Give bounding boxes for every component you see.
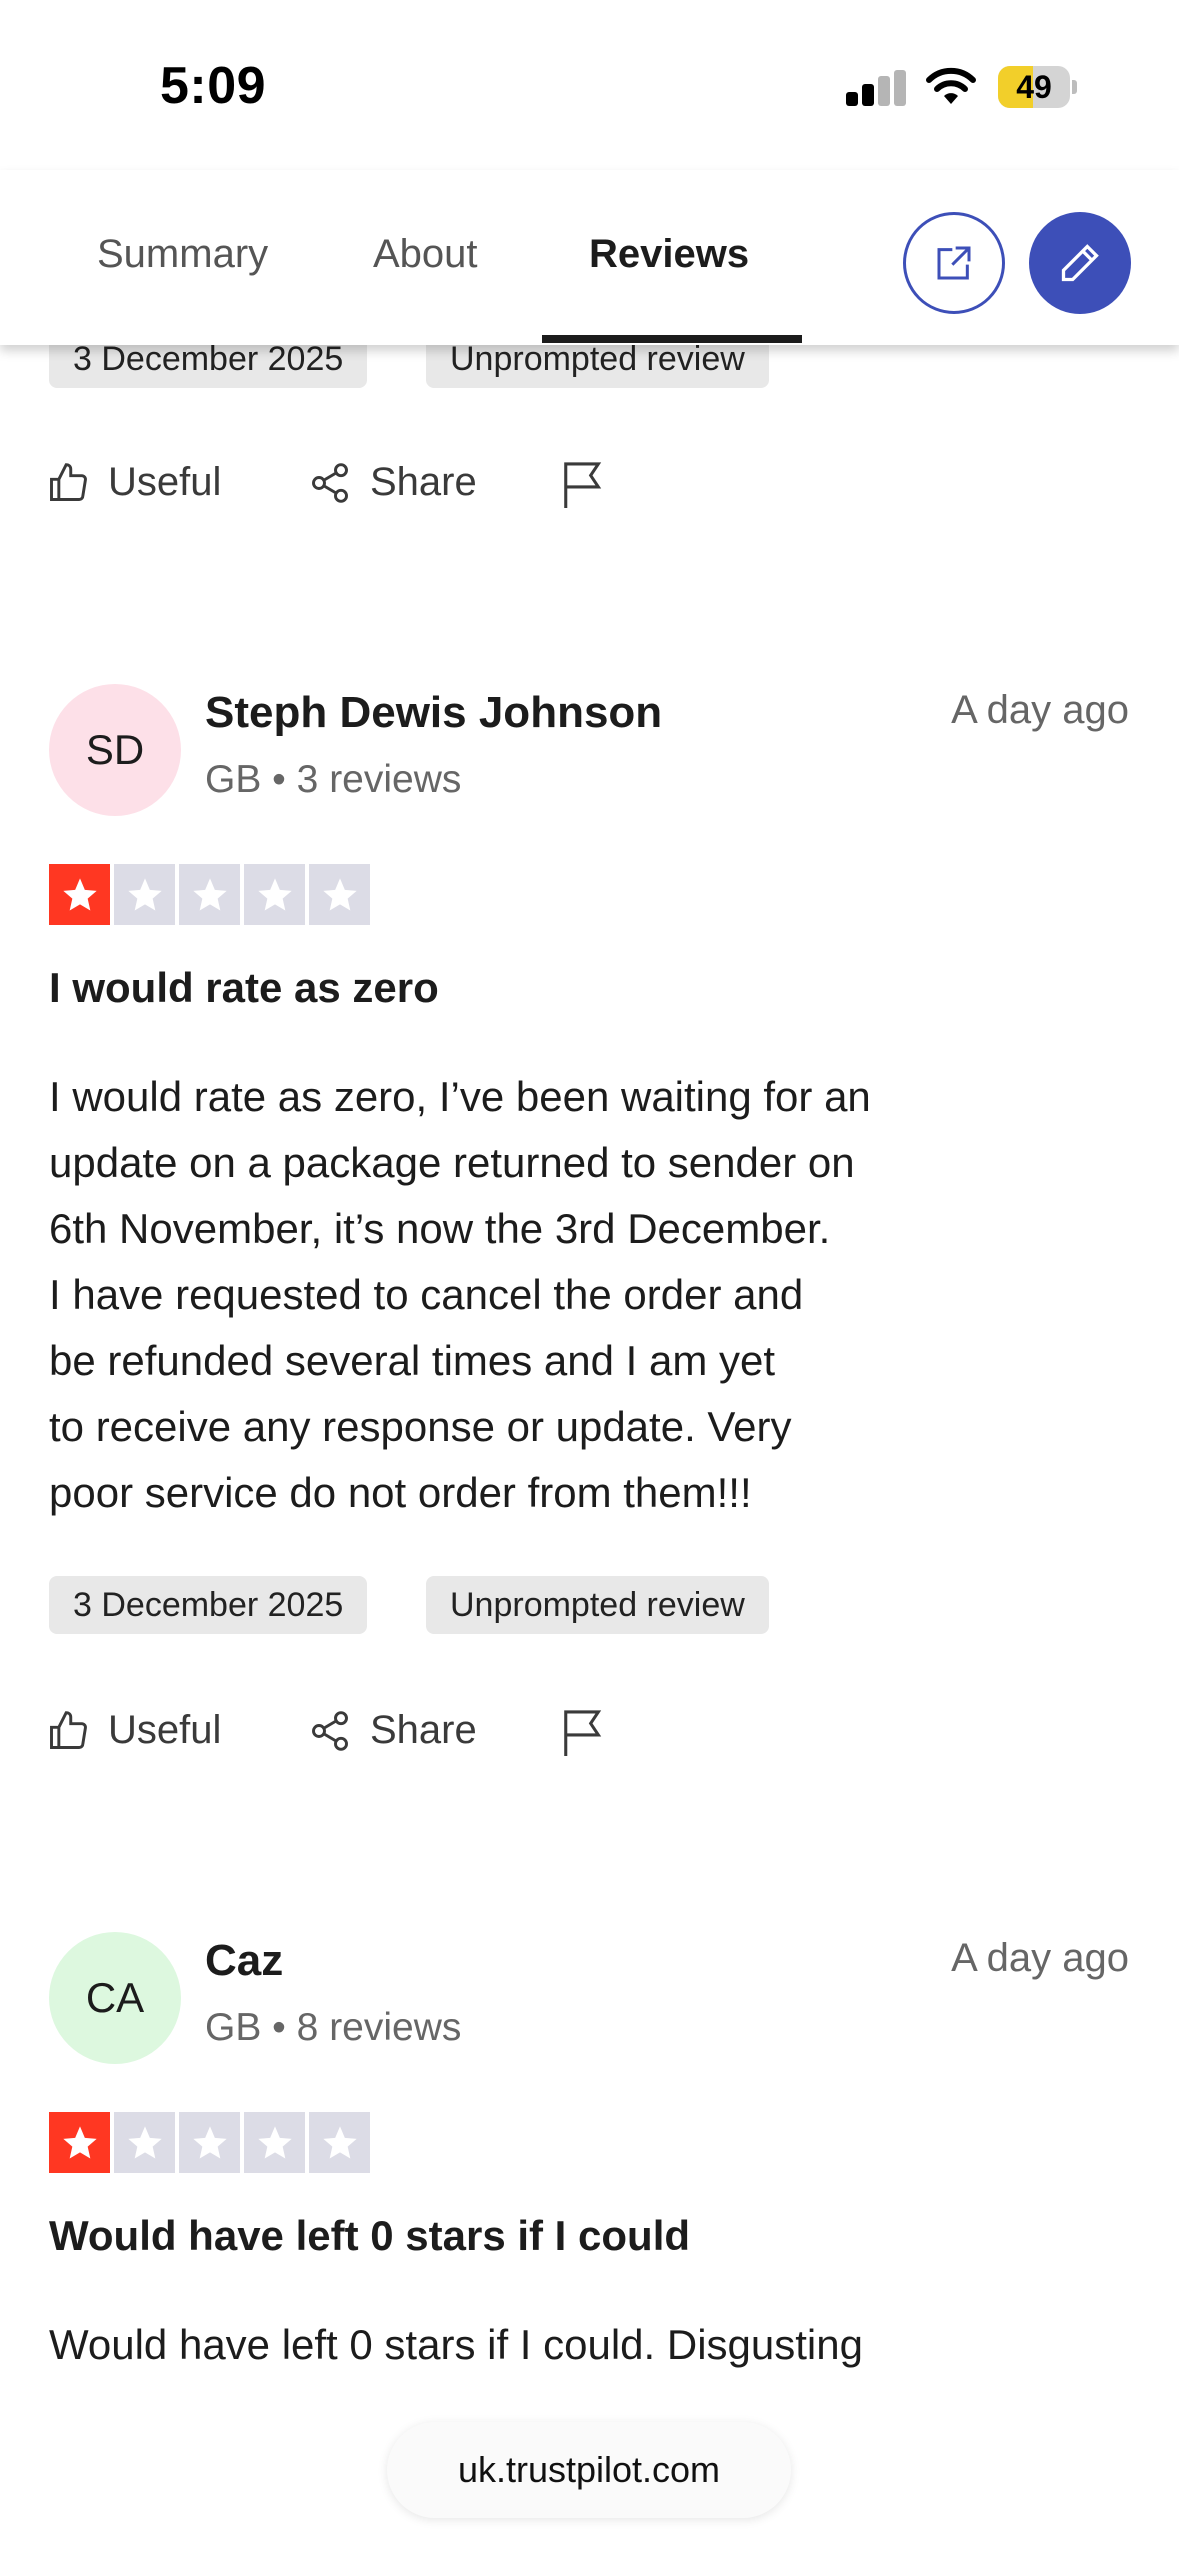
- review-body-line: 6th November, it’s now the 3rd December.: [49, 1205, 831, 1252]
- review-body-line: update on a package returned to sender o…: [49, 1139, 855, 1186]
- useful-button[interactable]: Useful: [46, 1708, 221, 1753]
- flag-icon: [564, 1710, 602, 1756]
- share-label: Share: [370, 460, 477, 504]
- reviewer-name[interactable]: Caz: [205, 1936, 283, 1986]
- review-time-ago: A day ago: [951, 1936, 1129, 1980]
- avatar[interactable]: CA: [49, 1932, 181, 2064]
- review-body-line: be refunded several times and I am yet: [49, 1337, 776, 1384]
- tab-header: Summary About Reviews: [0, 170, 1179, 345]
- review-body-line: poor service do not order from them!!!: [49, 1469, 752, 1516]
- review-body: I would rate as zero, I’ve been waiting …: [49, 1064, 1079, 1526]
- review-date-chip: 3 December 2025: [49, 1576, 368, 1634]
- open-website-button[interactable]: [903, 212, 1005, 314]
- wifi-icon: [924, 66, 978, 111]
- star-rating: [49, 2112, 374, 2173]
- url-text: uk.trustpilot.com: [457, 2449, 721, 2490]
- share-button[interactable]: Share: [308, 1708, 477, 1753]
- tab-summary[interactable]: Summary: [97, 232, 268, 277]
- reviewer-name[interactable]: Steph Dewis Johnson: [205, 688, 662, 738]
- reviewer-meta: GB • 3 reviews: [205, 758, 462, 801]
- star-empty-icon: [309, 864, 370, 925]
- share-icon: [312, 1710, 348, 1751]
- review-body: Would have left 0 stars if I could. Disg…: [49, 2312, 1079, 2378]
- star-empty-icon: [309, 2112, 370, 2173]
- tab-about[interactable]: About: [373, 232, 478, 277]
- tab-reviews[interactable]: Reviews: [589, 232, 749, 277]
- star-empty-icon: [244, 864, 305, 925]
- review-body-line: I would rate as zero, I’ve been waiting …: [49, 1073, 871, 1120]
- report-button[interactable]: [560, 1708, 624, 1758]
- report-button[interactable]: [560, 460, 624, 510]
- url-bar[interactable]: uk.trustpilot.com: [387, 2422, 791, 2518]
- review-type-chip: Unprompted review: [426, 1576, 769, 1634]
- reviewer-meta: GB • 8 reviews: [205, 2006, 462, 2049]
- write-review-button[interactable]: [1029, 212, 1131, 314]
- avatar[interactable]: SD: [49, 684, 181, 816]
- flag-icon: [564, 462, 602, 508]
- external-link-icon: [937, 246, 971, 280]
- pencil-icon: [1061, 244, 1099, 282]
- review-time-ago: A day ago: [951, 688, 1129, 732]
- useful-label: Useful: [108, 1708, 222, 1752]
- review-body-line: to receive any response or update. Very: [49, 1403, 792, 1450]
- useful-label: Useful: [108, 460, 222, 504]
- star-empty-icon: [114, 2112, 175, 2173]
- review-body-line: Would have left 0 stars if I could. Disg…: [49, 2321, 863, 2368]
- star-empty-icon: [179, 864, 240, 925]
- status-bar: 5:09 49: [0, 0, 1179, 170]
- thumbs-up-icon: [50, 1710, 87, 1749]
- share-button[interactable]: Share: [308, 460, 477, 505]
- thumbs-up-icon: [50, 462, 87, 501]
- star-empty-icon: [114, 864, 175, 925]
- review-title[interactable]: I would rate as zero: [49, 964, 439, 1012]
- review-title[interactable]: Would have left 0 stars if I could: [49, 2212, 690, 2260]
- review-body-line: I have requested to cancel the order and: [49, 1271, 804, 1318]
- cellular-signal-icon: [846, 70, 906, 106]
- status-time: 5:09: [160, 57, 267, 115]
- active-tab-indicator: [542, 335, 802, 343]
- useful-button[interactable]: Useful: [46, 460, 221, 505]
- share-label: Share: [370, 1708, 477, 1752]
- star-rating: [49, 864, 374, 925]
- star-empty-icon: [179, 2112, 240, 2173]
- share-icon: [312, 462, 348, 503]
- battery-level: 49: [1016, 69, 1052, 105]
- battery-icon: 49: [998, 66, 1078, 108]
- star-empty-icon: [244, 2112, 305, 2173]
- star-filled-icon: [49, 864, 110, 925]
- star-filled-icon: [49, 2112, 110, 2173]
- page: 3 December 2025 Unprompted review Useful…: [0, 0, 1179, 2556]
